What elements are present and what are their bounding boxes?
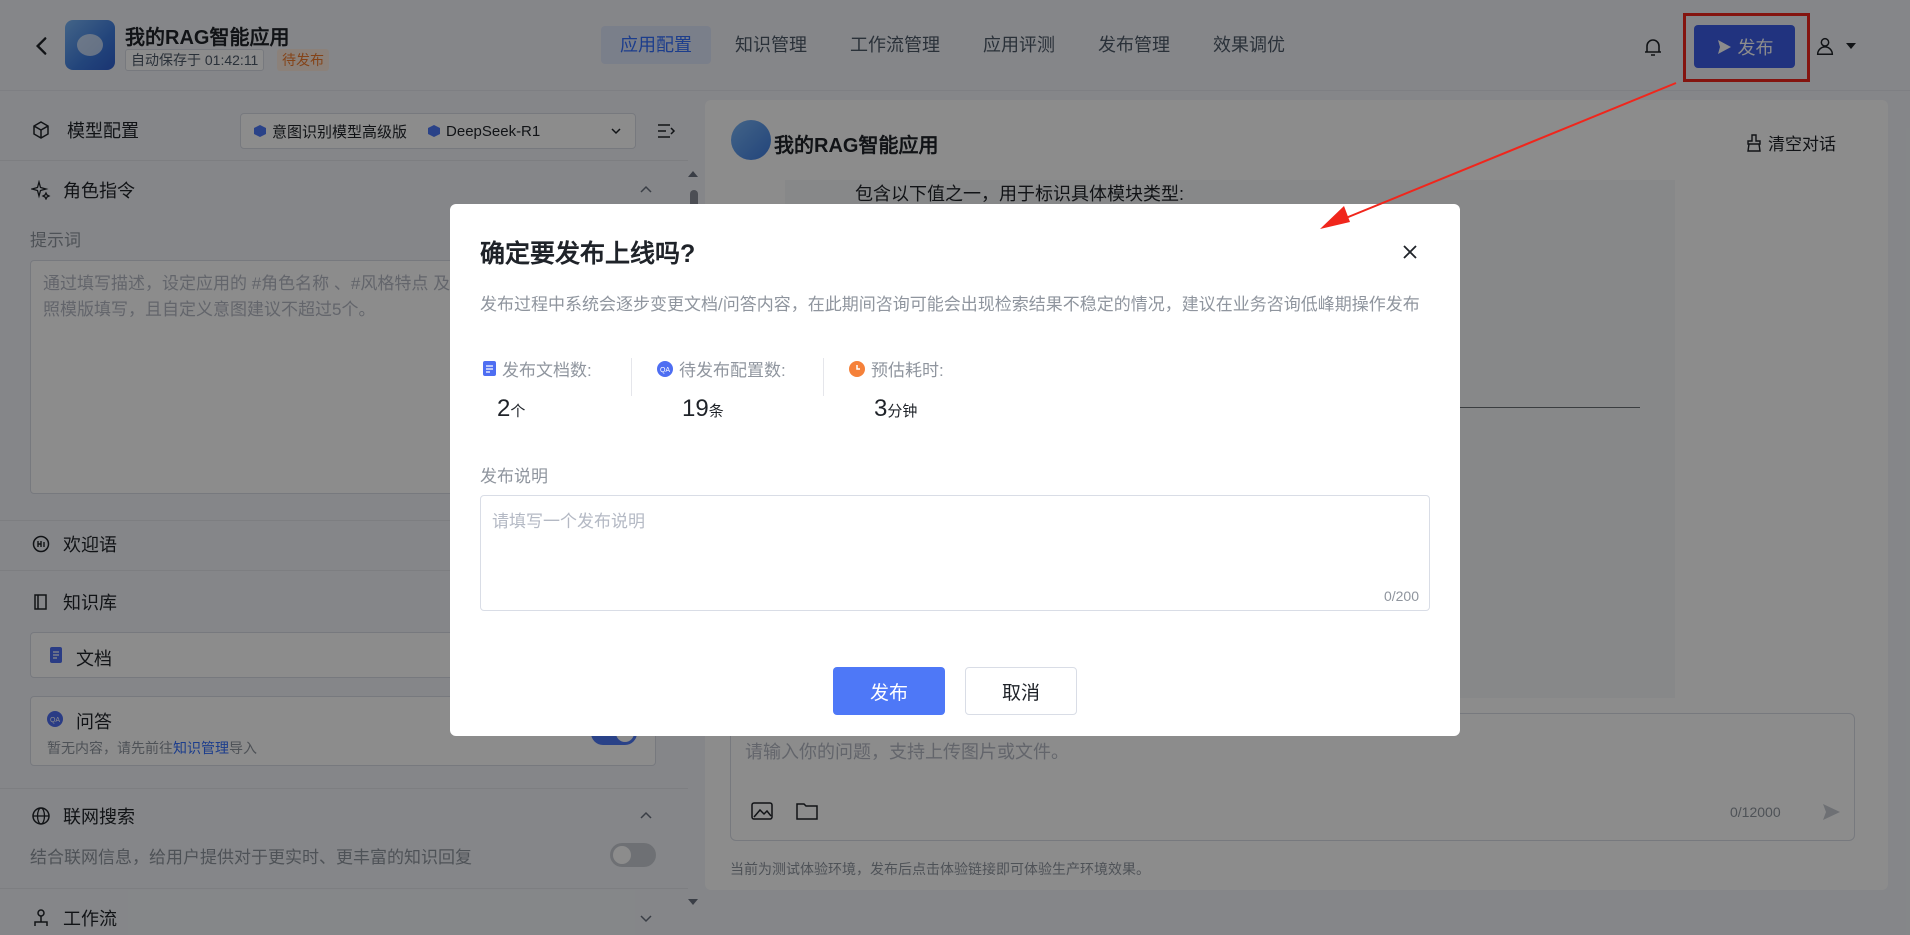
- confirm-publish-button[interactable]: 发布: [833, 667, 945, 715]
- clock-icon: [849, 360, 865, 377]
- cancel-button[interactable]: 取消: [965, 667, 1077, 715]
- stat-config: QA 待发布配置数: 19条: [657, 356, 786, 422]
- note-counter: 0/200: [1383, 588, 1419, 604]
- stat-time-value: 3: [874, 395, 888, 422]
- modal-title: 确定要发布上线吗?: [480, 240, 696, 268]
- publish-confirm-modal: 确定要发布上线吗? 发布过程中系统会逐步变更文档/问答内容，在此期间咨询可能会出…: [450, 204, 1460, 736]
- stat-time: 预估耗时: 3分钟: [849, 356, 944, 422]
- stat-docs: 发布文档数: 2个: [483, 356, 592, 422]
- modal-description: 发布过程中系统会逐步变更文档/问答内容，在此期间咨询可能会出现检索结果不稳定的情…: [480, 295, 1420, 314]
- qa-icon: QA: [657, 360, 673, 377]
- document-icon: [483, 361, 496, 376]
- stat-time-label: 预估耗时:: [871, 361, 944, 380]
- note-placeholder: 请填写一个发布说明: [492, 512, 645, 531]
- stat-docs-label: 发布文档数:: [502, 361, 592, 380]
- close-icon[interactable]: [1398, 240, 1422, 264]
- svg-text:QA: QA: [660, 367, 670, 374]
- stat-time-unit: 分钟: [887, 403, 918, 420]
- divider: [823, 358, 824, 396]
- stat-config-label: 待发布配置数:: [679, 361, 786, 380]
- stat-config-unit: 条: [708, 403, 724, 420]
- stat-docs-value: 2: [497, 395, 511, 422]
- release-note-textarea[interactable]: 请填写一个发布说明 0/200: [480, 495, 1430, 611]
- stat-config-value: 19: [682, 395, 709, 422]
- note-label: 发布说明: [480, 467, 548, 486]
- divider: [631, 358, 632, 396]
- stat-docs-unit: 个: [510, 403, 526, 420]
